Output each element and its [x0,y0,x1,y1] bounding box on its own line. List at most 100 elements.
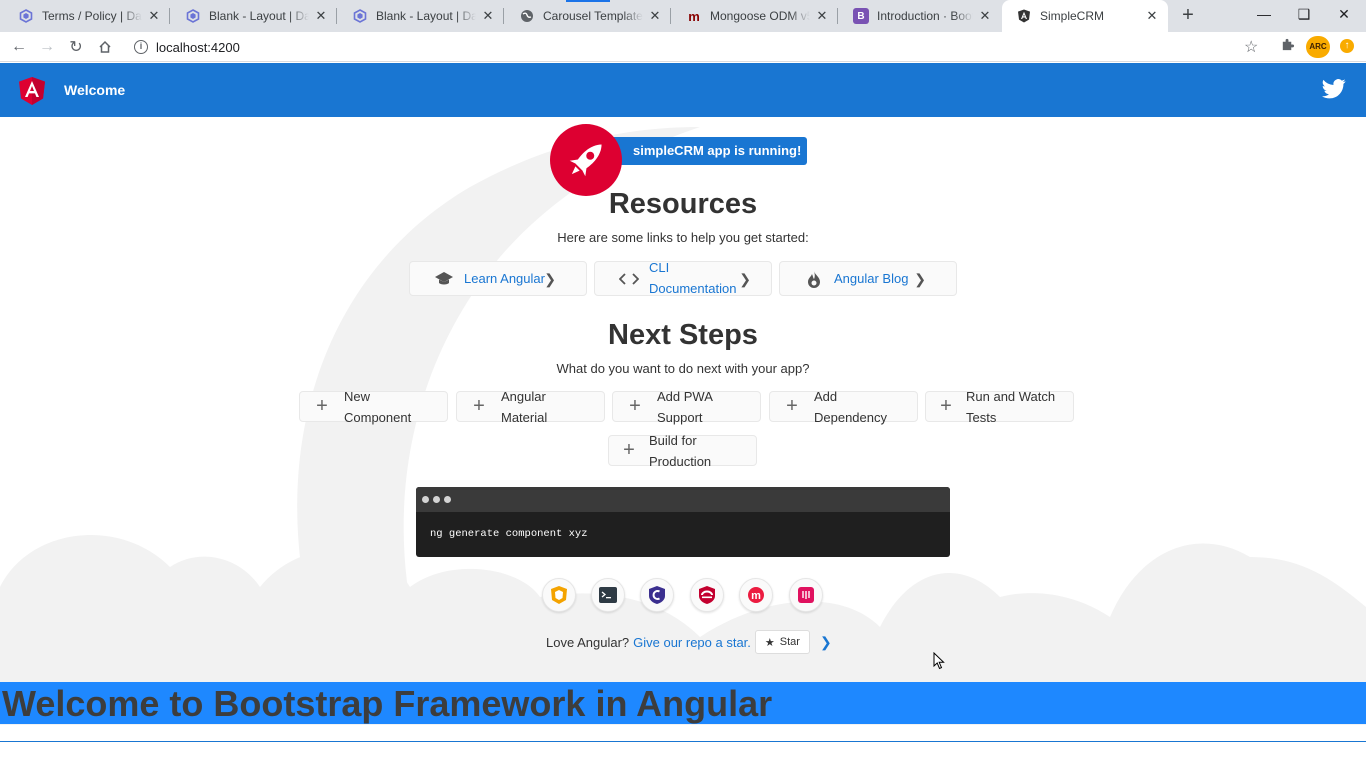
learn-angular-label: Learn Angular [464,271,545,286]
meetup-icon[interactable]: m [739,578,773,612]
hexagon-icon [185,8,201,24]
close-tab-icon[interactable]: ✕ [480,8,496,24]
browser-tabstrip: Terms / Policy | DashLite ✕ Blank - Layo… [0,0,1366,32]
terminal-icon[interactable] [591,578,625,612]
plus-icon: + [623,439,635,461]
maximize-window-button[interactable]: ❑ [1284,0,1324,30]
close-window-button[interactable]: ✕ [1324,0,1364,30]
tab-terms-policy[interactable]: Terms / Policy | DashLite ✕ [4,0,170,32]
site-info-icon[interactable]: i [134,40,148,54]
tab-simplecrm[interactable]: SimpleCRM ✕ [1002,0,1168,32]
discord-icon[interactable] [789,578,823,612]
mortarboard-icon [434,271,454,287]
bookmark-star-icon[interactable]: ☆ [1244,37,1258,57]
bootstrap-icon: B [853,8,869,24]
bootstrap-banner: Welcome to Bootstrap Framework in Angula… [0,682,1366,724]
chevron-right-icon: ❯ [739,271,751,287]
tab-blank-layout-2[interactable]: Blank - Layout | DashLite ✕ [338,0,504,32]
card-label-line1: Angular [501,388,546,404]
resources-subtitle: Here are some links to help you get star… [557,230,809,245]
cli-documentation-label-line2: Documentation [649,280,737,296]
card-label-line1: Build for [649,432,697,448]
angular-material-card[interactable]: + Angular Material [456,388,605,425]
cli-documentation-link[interactable]: CLI Documentation ❯ [594,260,772,296]
chevron-right-icon: ❯ [914,271,926,287]
tab-introduction-bootstrap[interactable]: B Introduction · Bootstrap ✕ [839,0,1001,32]
next-steps-subtitle: What do you want to do next with your ap… [556,361,810,376]
twitter-icon[interactable] [1322,79,1346,99]
tab-title: Blank - Layout | DashLite [376,9,476,23]
arc-extension-icon[interactable]: ARC [1306,36,1330,58]
angular-security-icon[interactable] [690,578,724,612]
chevron-right-icon: ❯ [544,271,556,287]
circle-links: m [540,578,830,612]
app-running-banner: simpleCRM app is running! [550,124,807,196]
reload-icon[interactable]: ↻ [65,36,87,58]
terminal-title-bar [416,487,950,512]
app-header-title: Welcome [64,82,126,98]
github-star-button[interactable]: ★ Star [754,630,810,654]
angular-icon [1016,8,1032,24]
card-label-line1: Add [814,388,838,404]
address-url: localhost:4200 [156,39,240,55]
minimize-window-button[interactable]: — [1244,0,1284,30]
card-label-line2: Support [657,409,703,425]
angular-blog-link[interactable]: Angular Blog ❯ [779,261,957,296]
give-repo-star-link[interactable]: Give our repo a star. [633,635,751,650]
star-button-label: Star [779,636,800,648]
close-tab-icon[interactable]: ✕ [313,8,329,24]
card-label-line2: Dependency [814,409,887,425]
add-dependency-card[interactable]: + Add Dependency [769,388,918,425]
terminal-window: ng generate component xyz [416,487,950,557]
card-label-line1: New [344,388,371,404]
terminal-dot [422,496,429,503]
run-and-watch-tests-card[interactable]: + Run and Watch Tests [925,389,1074,425]
next-steps-heading: Next Steps [608,319,758,351]
love-angular-row: Love Angular? Give our repo a star. ★ St… [546,629,832,655]
tab-title: Mongoose ODM v5.10 [710,9,810,23]
card-label-line2: Tests [966,409,997,425]
app-viewport: Welcome simpleCRM app is running! Resour… [0,63,1366,767]
bootstrap-heading: Welcome to Bootstrap Framework in Angula… [2,683,773,724]
app-running-message: simpleCRM app is running! [593,137,807,165]
terminal-dot [433,496,440,503]
tab-title: Carousel Template · Bootstrap [543,9,643,23]
tab-mongoose-odm[interactable]: m Mongoose ODM v5.10 ✕ [672,0,838,32]
cli-documentation-label-line1: CLI [649,259,670,275]
home-icon[interactable] [94,36,116,58]
forward-arrow-icon[interactable]: → [36,36,58,58]
card-label-line1: Add PWA [657,388,713,404]
tab-carousel-template[interactable]: Carousel Template · Bootstrap ✕ [505,0,671,32]
close-tab-icon[interactable]: ✕ [146,8,162,24]
nx-icon[interactable] [640,578,674,612]
angular-blog-label: Angular Blog [834,271,909,286]
close-tab-icon[interactable]: ✕ [977,8,993,24]
plus-icon: + [629,395,641,417]
browser-toolbar: ← → ↻ i localhost:4200 ☆ ARC ↑ [0,32,1366,62]
back-arrow-icon[interactable]: ← [8,36,30,58]
svg-text:m: m [751,590,761,602]
extensions-puzzle-icon[interactable] [1280,37,1295,56]
close-tab-icon[interactable]: ✕ [647,8,663,24]
close-tab-icon[interactable]: ✕ [814,8,830,24]
divider-line [0,741,1366,742]
hexagon-icon [352,8,368,24]
new-tab-button[interactable]: + [1176,4,1200,28]
build-for-production-card[interactable]: + Build for Production [608,432,757,469]
terminal-dot [444,496,451,503]
close-tab-icon[interactable]: ✕ [1144,8,1160,24]
globe-icon [519,8,535,24]
chevron-right-icon[interactable]: ❯ [820,634,832,651]
plus-icon: + [786,395,798,417]
card-label-line2: Material [501,409,548,425]
flame-icon [804,270,824,288]
address-bar[interactable]: i localhost:4200 [126,35,1270,59]
card-label-line2: Component [344,409,412,425]
tab-blank-layout-1[interactable]: Blank - Layout | DashLite ✕ [171,0,337,32]
learn-angular-link[interactable]: Learn Angular ❯ [409,261,587,296]
new-component-card[interactable]: + New Component [299,388,448,425]
add-pwa-support-card[interactable]: + Add PWA Support [612,388,761,425]
ngrx-icon[interactable] [542,578,576,612]
tab-title: Introduction · Bootstrap [877,9,973,23]
browser-update-menu-icon[interactable]: ↑ [1340,39,1354,53]
